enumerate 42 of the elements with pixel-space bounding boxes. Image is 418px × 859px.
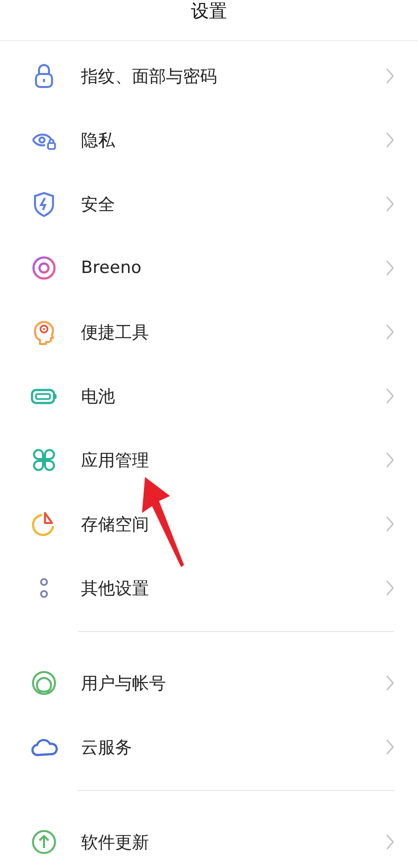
chevron-right-icon [385,515,395,533]
chevron-right-icon [385,195,395,213]
chevron-right-icon [385,738,395,756]
item-label: 其他设置 [81,578,150,600]
settings-item[interactable]: 软件更新 [0,810,418,859]
settings-item[interactable]: 云服务 [0,715,418,779]
item-label: 电池 [81,386,116,408]
chevron-right-icon [385,451,395,469]
item-label: 存储空间 [81,514,150,536]
chevron-right-icon [385,674,395,692]
item-label: 应用管理 [81,450,150,472]
item-label: 用户与帐号 [81,672,167,694]
settings-item[interactable]: 安全 [0,172,418,236]
chevron-right-icon [385,131,395,149]
ring-icon [30,254,58,282]
chevron-right-icon [385,387,395,405]
item-label: 隐私 [81,130,116,152]
chevron-right-icon [385,833,395,851]
chevron-right-icon [385,323,395,341]
item-label: Breeno [81,258,142,278]
chevron-right-icon [385,259,395,277]
settings-item[interactable]: Breeno [0,236,418,300]
chevron-right-icon [385,67,395,85]
screen-title: 设置 [191,0,227,24]
item-label: 便捷工具 [81,322,150,344]
settings-item[interactable]: 应用管理 [0,428,418,492]
item-label: 安全 [81,194,116,216]
settings-item[interactable]: 存储空间 [0,492,418,556]
chevron-right-icon [385,579,395,597]
settings-item[interactable]: 指纹、面部与密码 [0,44,418,108]
settings-item[interactable]: 电池 [0,364,418,428]
user-icon [30,669,58,697]
item-label: 指纹、面部与密码 [81,66,218,88]
dots-icon [40,578,48,598]
grid-icon [30,446,58,474]
update-icon [30,828,58,856]
item-label: 云服务 [81,736,133,758]
settings-item[interactable]: 其他设置 [0,556,418,620]
settings-item[interactable]: 用户与帐号 [0,651,418,715]
settings-item[interactable]: 便捷工具 [0,300,418,364]
settings-item[interactable]: 隐私 [0,108,418,172]
item-label: 软件更新 [81,832,150,854]
